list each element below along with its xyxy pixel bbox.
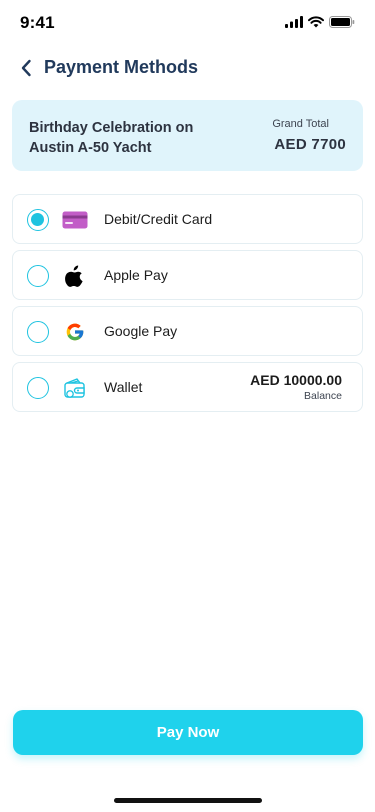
navigation-bar: Payment Methods [0,52,375,84]
wallet-icon [61,375,89,401]
credit-card-icon [61,207,89,233]
back-button[interactable] [12,54,40,82]
payment-method-wallet[interactable]: Wallet AED 10000.00 Balance [12,362,363,412]
booking-title: Birthday Celebration on Austin A-50 Yach… [29,120,194,156]
radio-button[interactable] [27,321,49,343]
page-title: Payment Methods [44,57,199,77]
wifi-icon [308,16,324,28]
radio-button-selected[interactable] [27,209,49,231]
grand-total-label: Grand Total [272,118,329,130]
radio-dot [31,213,44,226]
grand-total-value: AED 7700 [274,136,346,153]
google-icon [61,319,89,345]
pay-now-button[interactable]: Pay Now [13,710,363,755]
radio-button[interactable] [27,377,49,399]
apple-icon [61,263,89,289]
payment-method-label: Apple Pay [104,267,168,283]
status-icons [285,16,355,28]
wallet-balance-amount: AED 10000.00 [250,372,342,388]
battery-icon [329,16,355,28]
payment-method-label: Debit/Credit Card [104,211,213,227]
status-time: 9:41 [20,13,55,32]
payment-method-label: Wallet [104,379,143,395]
booking-summary-card: Birthday Celebration on Austin A-50 Yach… [12,100,363,171]
home-indicator [114,798,262,803]
status-bar: 9:41 [0,0,375,44]
chevron-left-icon [21,59,31,77]
radio-button[interactable] [27,265,49,287]
payment-methods-list: Debit/Credit Card Apple Pay Google Pay W… [12,194,363,418]
payment-method-google-pay[interactable]: Google Pay [12,306,363,356]
payment-method-apple-pay[interactable]: Apple Pay [12,250,363,300]
payment-method-card[interactable]: Debit/Credit Card [12,194,363,244]
cellular-signal-icon [285,16,303,28]
payment-method-label: Google Pay [104,323,178,339]
wallet-balance-label: Balance [304,390,342,402]
